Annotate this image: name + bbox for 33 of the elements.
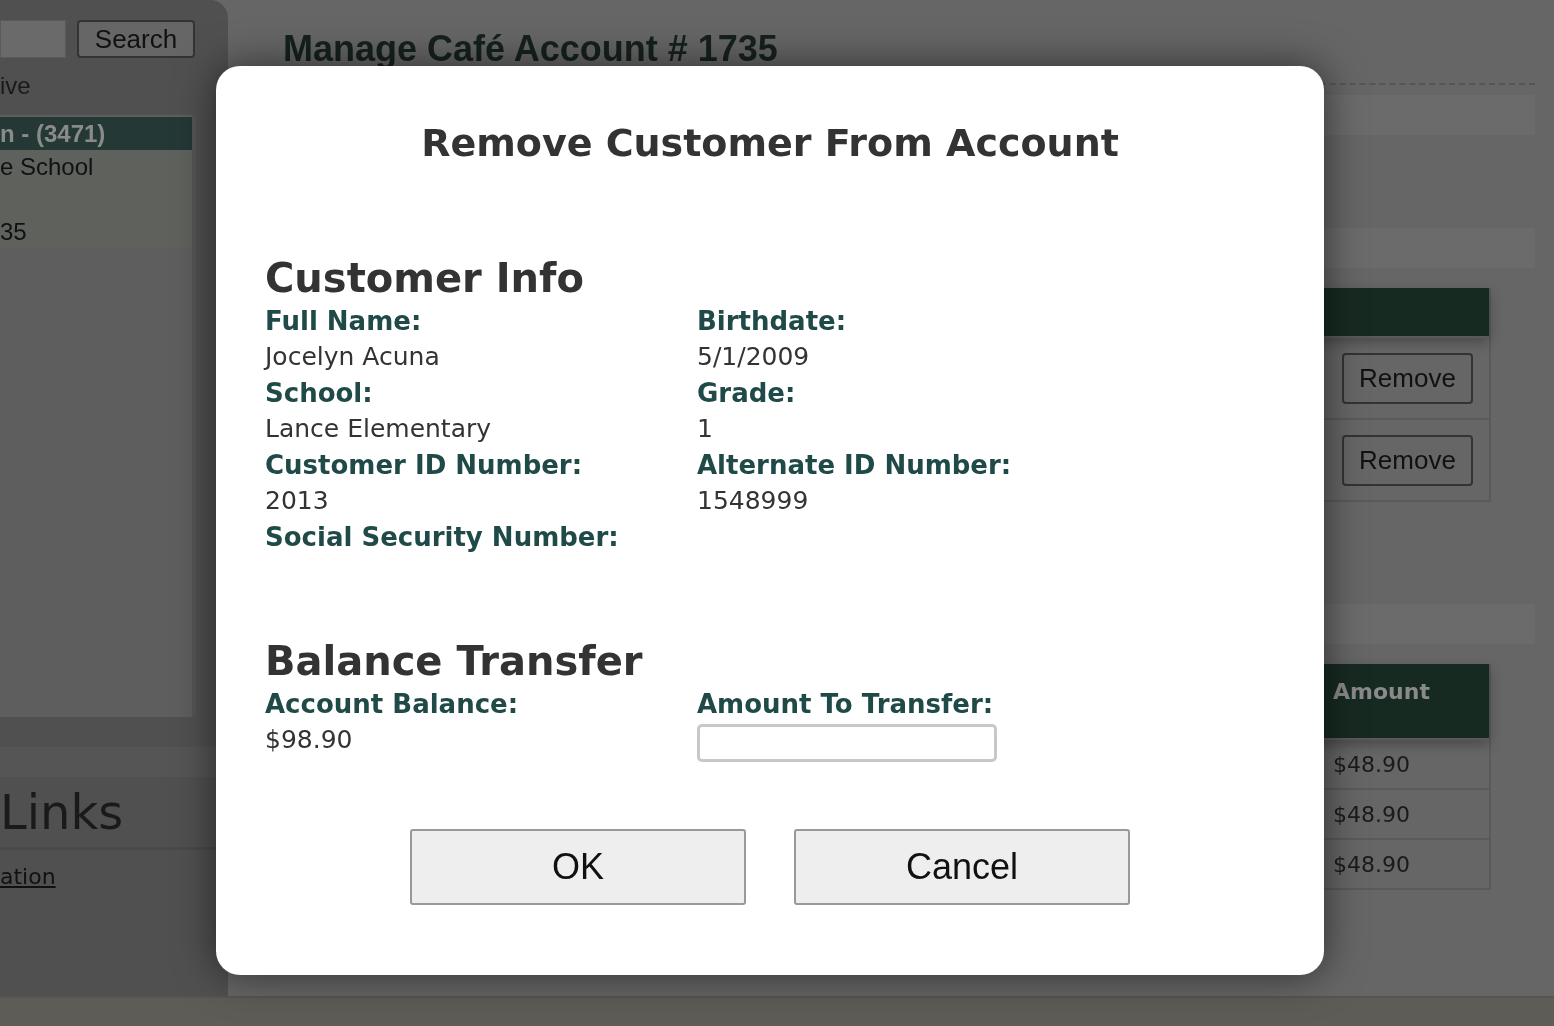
field-label: Full Name:	[265, 306, 422, 336]
section-heading: Customer Info	[265, 254, 585, 303]
field-label: Amount To Transfer:	[697, 689, 994, 719]
field-label: Social Security Number:	[265, 522, 619, 552]
field-label: Birthdate:	[697, 306, 847, 336]
page-title: Manage Café Account # 1735	[283, 27, 779, 71]
field-label: Alternate ID Number:	[697, 450, 1012, 480]
dialog-button[interactable]: OK	[410, 829, 746, 905]
field-label: School:	[265, 378, 373, 408]
field-label: Grade:	[697, 378, 796, 408]
remove-button[interactable]: Remove	[1342, 352, 1473, 404]
field-value: 2013	[265, 486, 329, 515]
customer-list-item[interactable]: n - (3471)	[0, 117, 192, 150]
table-cell: $48.90	[1333, 751, 1410, 777]
remove-button[interactable]: Remove	[1342, 434, 1473, 486]
field-value: 5/1/2009	[697, 342, 810, 371]
dialog-button[interactable]: Cancel	[794, 829, 1130, 905]
column-header: Amount	[1333, 679, 1430, 706]
search-button[interactable]: Search	[77, 20, 195, 58]
field-value: Lance Elementary	[265, 414, 492, 443]
field-value: $98.90	[265, 725, 353, 754]
table-cell: $48.90	[1333, 851, 1410, 877]
field-value: Jocelyn Acuna	[265, 342, 440, 371]
field-label: Customer ID Number:	[265, 450, 583, 480]
search-field[interactable]	[0, 20, 66, 58]
table-cell: $48.90	[1333, 801, 1410, 827]
link[interactable]: ation	[0, 864, 56, 889]
dialog-title: Remove Customer From Account	[420, 120, 1120, 167]
amount-field[interactable]	[697, 724, 997, 762]
section-heading: Balance Transfer	[265, 637, 644, 686]
field-value: 1548999	[697, 486, 809, 515]
field-label: Account Balance:	[265, 689, 519, 719]
field-value: 1	[697, 414, 713, 443]
